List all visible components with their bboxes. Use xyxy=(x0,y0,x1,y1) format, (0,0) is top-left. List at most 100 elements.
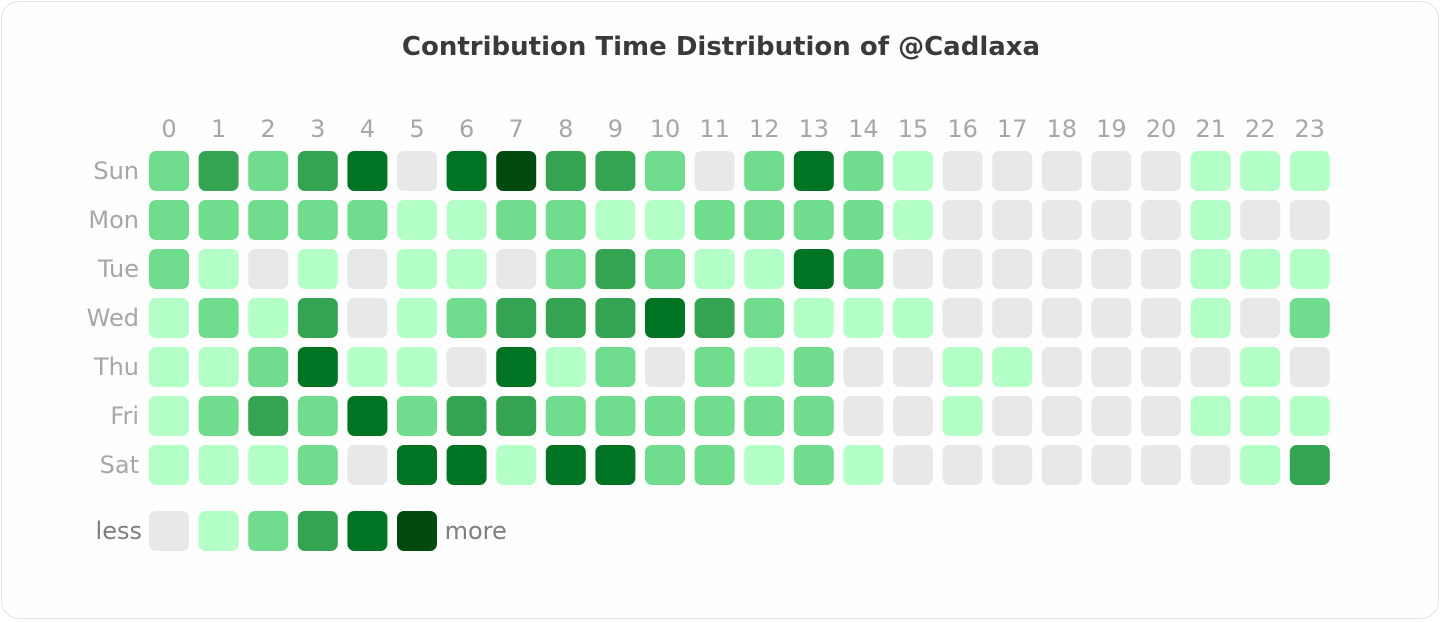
heatmap-cell: Fri 18: level 0 xyxy=(1041,396,1082,436)
x-tick-label: 14 xyxy=(848,115,879,143)
heatmap-cell: Wed 18: level 0 xyxy=(1041,298,1082,338)
heatmap-cell: Mon 9: level 1 xyxy=(595,200,636,240)
heatmap-cell: Fri 19: level 0 xyxy=(1091,396,1132,436)
heatmap-cell: Sun 8: level 3 xyxy=(545,151,586,191)
heatmap-cell: Mon 11: level 2 xyxy=(694,200,735,240)
heatmap-cell: Thu 1: level 1 xyxy=(198,347,239,387)
heatmap-cell: Thu 16: level 1 xyxy=(942,347,983,387)
x-tick-label: 20 xyxy=(1146,115,1177,143)
heatmap-cell: Sat 11: level 2 xyxy=(694,445,735,485)
heatmap-cell: Fri 8: level 2 xyxy=(545,396,586,436)
heatmap-cell: Mon 21: level 1 xyxy=(1190,200,1231,240)
heatmap-cell: Fri 9: level 2 xyxy=(595,396,636,436)
x-tick-label: 3 xyxy=(310,115,325,143)
heatmap-cell: Fri 0: level 1 xyxy=(149,396,189,436)
heatmap-cell: Thu 6: level 0 xyxy=(446,347,487,387)
heatmap-cell: Sat 4: level 0 xyxy=(347,445,388,485)
x-tick-label: 9 xyxy=(608,115,623,143)
y-tick-label: Thu xyxy=(93,353,139,381)
heatmap-cell: Wed 9: level 3 xyxy=(595,298,636,338)
heatmap-cell: Fri 14: level 0 xyxy=(843,396,884,436)
heatmap-cell: Sat 14: level 1 xyxy=(843,445,884,485)
heatmap-cell: Mon 16: level 0 xyxy=(942,200,983,240)
heatmap-cell: Fri 10: level 2 xyxy=(645,396,685,436)
x-tick-label: 12 xyxy=(749,115,780,143)
heatmap-cell: Sun 13: level 4 xyxy=(793,151,834,191)
heatmap-cell: Thu 2: level 2 xyxy=(248,347,289,387)
heatmap-cell: Sun 19: level 0 xyxy=(1091,151,1132,191)
heatmap-cell: Sat 7: level 1 xyxy=(496,445,537,485)
heatmap-cell: Fri 16: level 1 xyxy=(942,396,983,436)
legend-swatch xyxy=(397,511,437,551)
heatmap-cell: Fri 20: level 0 xyxy=(1141,396,1181,436)
heatmap-cell: Thu 21: level 0 xyxy=(1190,347,1231,387)
heatmap-chart: 0 1 2 3 4 5 6 7 8 9 10 11 12 13 14 15 16 17 18 19 20 21 22 23 S… xyxy=(87,115,1330,551)
heatmap-cell: Sun 9: level 3 xyxy=(595,151,636,191)
heatmap-cell: Sat 16: level 0 xyxy=(942,445,983,485)
heatmap-cell: Sun 23: level 1 xyxy=(1289,151,1330,191)
legend-swatch xyxy=(198,511,239,551)
heatmap-cell: Sat 22: level 1 xyxy=(1240,445,1281,485)
heatmap-cell: Wed 1: level 2 xyxy=(198,298,239,338)
heatmap-cell: Mon 1: level 2 xyxy=(198,200,239,240)
x-tick-label: 4 xyxy=(360,115,375,143)
heatmap-cell: Wed 13: level 1 xyxy=(793,298,834,338)
heatmap-cell: Wed 8: level 3 xyxy=(545,298,586,338)
heatmap-cell: Wed 2: level 1 xyxy=(248,298,289,338)
heatmap-cell: Tue 15: level 0 xyxy=(893,249,933,289)
heatmap-cell: Tue 12: level 1 xyxy=(744,249,785,289)
heatmap-cell: Sat 3: level 2 xyxy=(297,445,338,485)
heatmap-cell: Tue 0: level 2 xyxy=(149,249,189,289)
heatmap-cell: Tue 19: level 0 xyxy=(1091,249,1132,289)
y-tick-label: Sun xyxy=(93,157,139,185)
heatmap-cell: Sat 13: level 2 xyxy=(793,445,834,485)
heatmap-cell: Sun 6: level 4 xyxy=(446,151,487,191)
heatmap-cell: Tue 14: level 2 xyxy=(843,249,884,289)
heatmap-cell: Mon 7: level 2 xyxy=(496,200,537,240)
x-tick-label: 17 xyxy=(997,115,1028,143)
heatmap-cell: Mon 22: level 0 xyxy=(1240,200,1281,240)
heatmap-cell: Fri 2: level 3 xyxy=(248,396,289,436)
heatmap-cell: Thu 11: level 2 xyxy=(694,347,735,387)
heatmap-cell: Sun 11: level 0 xyxy=(694,151,735,191)
heatmap-cell: Mon 0: level 2 xyxy=(149,200,189,240)
heatmap-cell: Wed 16: level 0 xyxy=(942,298,983,338)
heatmap-cell: Fri 21: level 1 xyxy=(1190,396,1231,436)
heatmap-cell: Thu 0: level 1 xyxy=(149,347,189,387)
heatmap-cell: Sun 0: level 2 xyxy=(149,151,189,191)
heatmap-cell: Sat 12: level 1 xyxy=(744,445,785,485)
heatmap-cell: Wed 5: level 1 xyxy=(397,298,437,338)
y-tick-label: Tue xyxy=(97,255,139,283)
heatmap-cell: Sat 9: level 4 xyxy=(595,445,636,485)
heatmap-cell: Tue 22: level 1 xyxy=(1240,249,1281,289)
heatmap-cell: Wed 15: level 1 xyxy=(893,298,933,338)
heatmap-cell: Tue 20: level 0 xyxy=(1141,249,1181,289)
heatmap-cell: Wed 20: level 0 xyxy=(1141,298,1181,338)
heatmap-cell: Sat 8: level 4 xyxy=(545,445,586,485)
heatmap-cell: Sun 14: level 2 xyxy=(843,151,884,191)
heatmap-cell: Thu 17: level 1 xyxy=(992,347,1033,387)
heatmap-cell: Sat 1: level 1 xyxy=(198,445,239,485)
y-axis-ticks: Sun Mon Tue Wed Thu Fri Sat xyxy=(87,157,139,479)
heatmap-cell: Fri 13: level 2 xyxy=(793,396,834,436)
heatmap-cell: Tue 6: level 1 xyxy=(446,249,487,289)
heatmap-cell: Fri 22: level 1 xyxy=(1240,396,1281,436)
x-tick-label: 22 xyxy=(1245,115,1276,143)
legend-swatch xyxy=(297,511,338,551)
heatmap-cell: Wed 22: level 0 xyxy=(1240,298,1281,338)
heatmap-cell: Mon 17: level 0 xyxy=(992,200,1033,240)
heatmap-cell: Tue 23: level 1 xyxy=(1289,249,1330,289)
heatmap-cell: Wed 6: level 2 xyxy=(446,298,487,338)
heatmap-cell: Sun 4: level 4 xyxy=(347,151,388,191)
heatmap-cell: Fri 3: level 2 xyxy=(297,396,338,436)
legend-swatch xyxy=(347,511,388,551)
x-tick-label: 13 xyxy=(799,115,830,143)
x-tick-label: 8 xyxy=(558,115,573,143)
heatmap-cell: Tue 8: level 2 xyxy=(545,249,586,289)
heatmap-cell: Mon 5: level 1 xyxy=(397,200,437,240)
heatmap-cell: Thu 8: level 1 xyxy=(545,347,586,387)
x-tick-label: 10 xyxy=(650,115,681,143)
heatmap-cell: Tue 3: level 1 xyxy=(297,249,338,289)
heatmap-cell: Tue 7: level 0 xyxy=(496,249,537,289)
heatmap-cell: Fri 5: level 2 xyxy=(397,396,437,436)
